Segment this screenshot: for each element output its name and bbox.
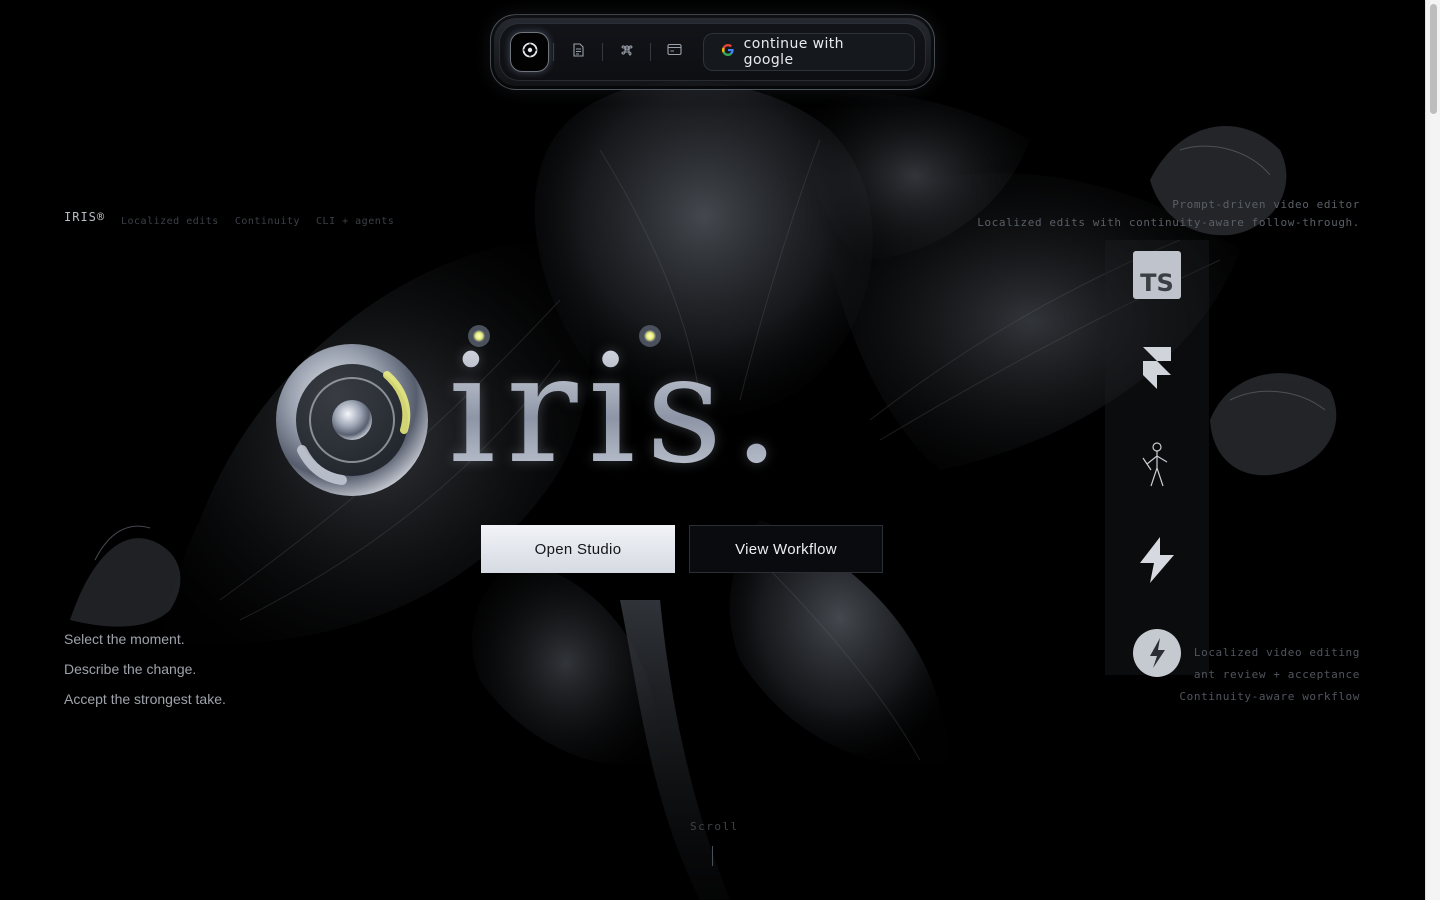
fal-icon xyxy=(1132,628,1182,678)
feature-tag: Continuity xyxy=(234,216,301,227)
left-flower-sketch xyxy=(70,525,181,627)
feature-list-item: Continuity-aware workflow xyxy=(1179,690,1360,703)
google-button-label: continue with google xyxy=(743,36,844,68)
nav-divider xyxy=(601,43,603,61)
nav-divider xyxy=(553,43,555,61)
nav-docs-button[interactable] xyxy=(558,32,597,72)
open-studio-button[interactable]: Open Studio xyxy=(481,525,675,573)
page-scrollbar[interactable] xyxy=(1425,0,1440,900)
tech-stack-column: TS xyxy=(1105,240,1209,678)
nav-command-button[interactable] xyxy=(607,32,646,72)
product-tagline: Prompt-driven video editor xyxy=(1172,198,1360,211)
feature-tags: Localized edits Continuity CLI + agents xyxy=(121,216,394,227)
view-workflow-button[interactable]: View Workflow xyxy=(689,525,883,573)
feature-tag: CLI + agents xyxy=(316,216,395,227)
continue-with-google-button[interactable]: continue with google xyxy=(702,33,915,71)
framer-icon xyxy=(1132,345,1182,395)
top-nav: continue with google xyxy=(490,14,935,90)
feature-list-item: Localized video editing xyxy=(1193,646,1360,659)
brand-mark: IRIS® xyxy=(64,210,106,224)
feature-list: Localized video editing ant review + acc… xyxy=(1179,642,1360,708)
typescript-icon: TS xyxy=(1132,250,1182,300)
mid-right-flower-sketch xyxy=(1210,373,1337,476)
nav-home-button[interactable] xyxy=(510,32,550,72)
lightning-icon xyxy=(1132,535,1182,585)
top-nav-inner: continue with google xyxy=(499,23,926,81)
feature-list-item: ant review + acceptance xyxy=(1193,668,1360,681)
google-icon xyxy=(721,44,734,60)
product-description: Prompt-driven video editor Localized edi… xyxy=(977,196,1360,232)
iris-eye-icon xyxy=(276,344,428,496)
workflow-step: Describe the change. xyxy=(64,661,197,677)
svg-text:TS: TS xyxy=(1140,269,1174,297)
scrollbar-thumb[interactable] xyxy=(1430,4,1437,114)
workflow-step: Select the moment. xyxy=(64,631,185,647)
document-icon xyxy=(571,42,585,62)
card-icon xyxy=(667,43,683,61)
workflow-step: Accept the strongest take. xyxy=(64,691,226,707)
nav-divider xyxy=(650,43,652,61)
workflow-steps: Select the moment. Describe the change. … xyxy=(64,624,226,714)
iris-logo-icon xyxy=(522,42,538,63)
scroll-indicator-label: Scroll xyxy=(690,820,739,833)
nav-card-button[interactable] xyxy=(655,32,694,72)
command-icon xyxy=(620,43,634,62)
iris-wordmark: iris. xyxy=(448,323,791,497)
feature-tag: Localized edits xyxy=(121,216,219,227)
scroll-indicator-line xyxy=(712,846,713,866)
product-subtitle: Localized edits with continuity-aware fo… xyxy=(977,216,1360,229)
figure-icon xyxy=(1132,440,1182,490)
